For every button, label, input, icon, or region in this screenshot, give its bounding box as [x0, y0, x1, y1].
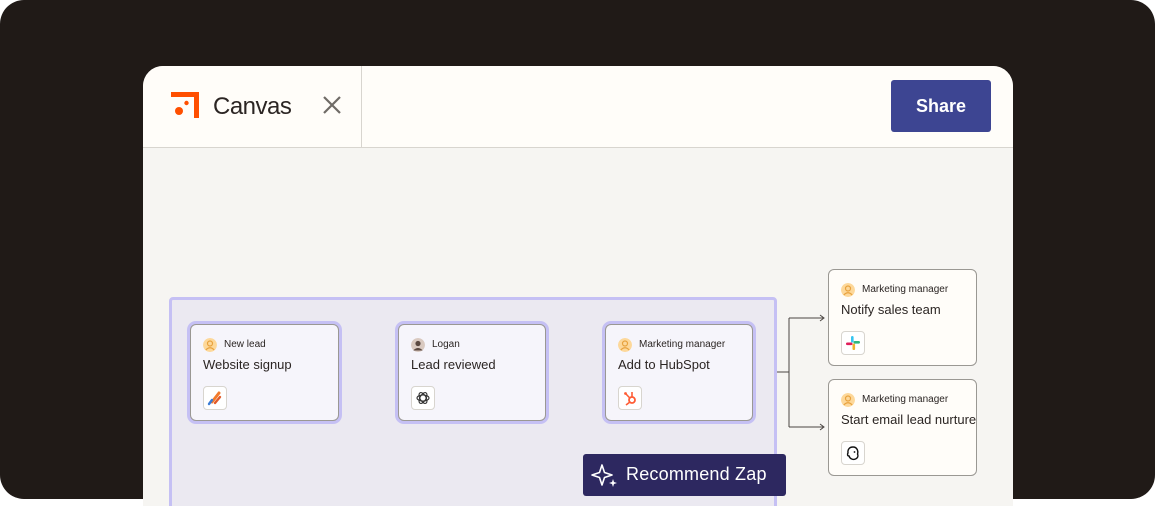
step-actor: Marketing manager — [639, 339, 726, 350]
step-title: Add to HubSpot — [618, 357, 710, 372]
step-title: Lead reviewed — [411, 357, 496, 372]
recommend-zap-button[interactable]: Recommend Zap — [583, 454, 786, 496]
canvas-window: Canvas Share New lead Website signup Log… — [143, 66, 1013, 506]
step-actor: New lead — [224, 339, 266, 350]
branch-card-notify-sales-team[interactable]: Marketing manager Notify sales team — [828, 269, 977, 366]
step-card-website-signup[interactable]: New lead Website signup — [190, 324, 339, 421]
step-title: Start email lead nurture — [841, 412, 977, 427]
avatar — [618, 338, 632, 352]
app-badge — [203, 386, 227, 410]
sparkle-icon — [591, 464, 617, 487]
step-title: Website signup — [203, 357, 292, 372]
app-badge — [618, 386, 642, 410]
hubspot-icon — [624, 392, 636, 406]
avatar — [841, 393, 855, 407]
branch-card-start-email-lead-nurture[interactable]: Marketing manager Start email lead nurtu… — [828, 379, 977, 476]
step-card-lead-reviewed[interactable]: Logan Lead reviewed — [398, 324, 546, 421]
avatar — [411, 338, 425, 352]
step-actor: Marketing manager — [862, 394, 949, 405]
slack-icon — [846, 336, 860, 350]
step-actor: Logan — [432, 339, 460, 350]
step-actor: Marketing manager — [862, 284, 949, 295]
step-card-add-to-hubspot[interactable]: Marketing manager Add to HubSpot — [605, 324, 753, 421]
recommend-zap-label: Recommend Zap — [626, 464, 767, 484]
mailchimp-icon — [846, 446, 859, 461]
app-badge — [841, 441, 865, 465]
avatar — [203, 338, 217, 352]
form-app-icon — [207, 391, 222, 406]
step-title: Notify sales team — [841, 302, 941, 317]
avatar — [841, 283, 855, 297]
app-badge — [411, 386, 435, 410]
app-badge — [841, 331, 865, 355]
openai-icon — [416, 392, 430, 404]
zap-group[interactable]: New lead Website signup Logan Lead revie… — [169, 297, 786, 506]
